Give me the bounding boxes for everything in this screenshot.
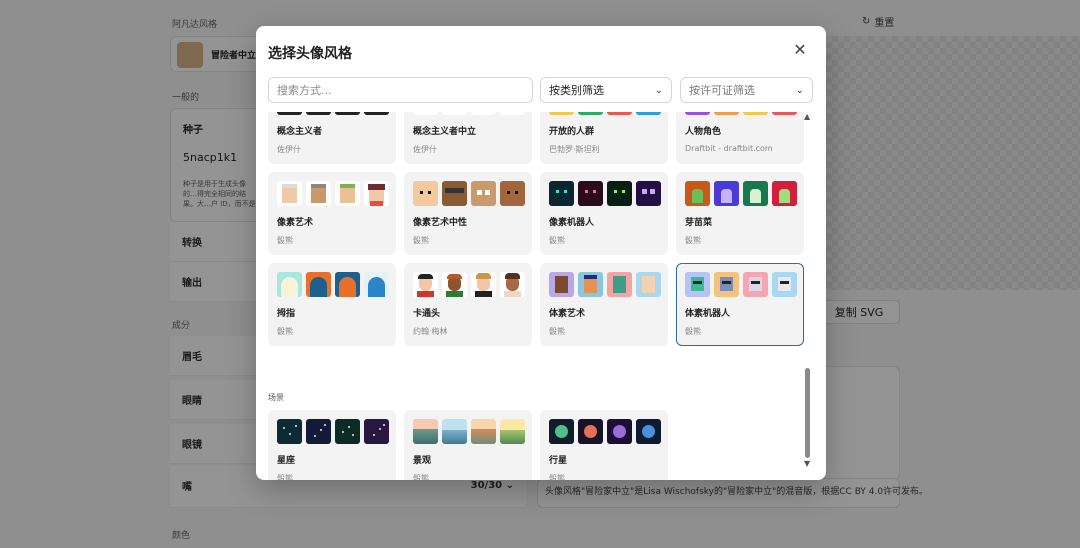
scroll-up-icon[interactable]: ▲: [804, 112, 810, 121]
style-name: 概念主义者: [277, 127, 323, 137]
scene-thumbnails: [549, 419, 661, 444]
style-thumbnails: [277, 272, 389, 297]
style-author: 佐伊什: [277, 145, 301, 154]
license-filter-label: 按许可证筛选: [689, 84, 755, 97]
style-card-pixel-art-neutral[interactable]: 像素艺术中性 骰熊: [404, 172, 532, 255]
style-thumbnails: [277, 112, 389, 115]
scroll-down-icon[interactable]: ▼: [804, 459, 810, 468]
style-card-thumbs[interactable]: 拇指 骰熊: [268, 263, 396, 346]
style-thumbnails: [685, 272, 797, 297]
style-author: 骰熊: [549, 236, 565, 245]
style-author: 骰熊: [685, 236, 701, 245]
style-thumbnails: [549, 272, 661, 297]
style-name: 芽苗菜: [685, 218, 713, 228]
style-card-voxel-bots[interactable]: 体素机器人 骰熊: [676, 263, 804, 346]
close-icon[interactable]: ✕: [792, 42, 808, 58]
style-name: 像素艺术: [277, 218, 314, 228]
scene-name: 景观: [413, 456, 432, 466]
style-card-personas[interactable]: 人物角色 Draftbit - draftbit.com: [676, 112, 804, 164]
style-name: 体素艺术: [549, 309, 586, 319]
scene-card-constellations[interactable]: 星座 骰熊: [268, 410, 396, 480]
style-thumbnails: [549, 181, 661, 206]
style-name: 概念主义者中立: [413, 127, 477, 137]
style-thumbnails: [413, 181, 525, 206]
style-name: 像素机器人: [549, 218, 595, 228]
license-filter-select[interactable]: 按许可证筛选 ⌄: [680, 77, 813, 103]
style-name: 拇指: [277, 309, 296, 319]
style-thumbnails: [413, 112, 525, 115]
search-input[interactable]: [268, 77, 533, 103]
style-author: Draftbit - draftbit.com: [685, 144, 773, 153]
style-name: 开放的人群: [549, 127, 595, 137]
style-name: 卡通头: [413, 309, 441, 319]
style-card-pixel-art[interactable]: 像素艺术 骰熊: [268, 172, 396, 255]
style-card-pixel-bots[interactable]: 像素机器人 骰熊: [540, 172, 668, 255]
scene-author: 骰熊: [413, 474, 429, 480]
style-thumbnails: [549, 112, 661, 115]
category-filter-label: 按类别筛选: [549, 84, 604, 97]
scrollbar-thumb[interactable]: [805, 368, 810, 458]
style-author: 骰熊: [277, 327, 293, 336]
style-author: 骰熊: [685, 327, 701, 336]
style-card-big-smile[interactable]: 卡通头 约翰·梅林: [404, 263, 532, 346]
scene-thumbnails: [277, 419, 389, 444]
style-author: 巴勃罗·斯坦利: [549, 145, 600, 154]
scene-name: 行星: [549, 456, 568, 466]
style-card-open-peeps[interactable]: 开放的人群 巴勃罗·斯坦利: [540, 112, 668, 164]
style-thumbnails: [685, 181, 797, 206]
style-thumbnails: [685, 112, 797, 115]
style-card-notionists-neutral[interactable]: 概念主义者中立 佐伊什: [404, 112, 532, 164]
scene-author: 骰熊: [549, 474, 565, 480]
grid-scrollbar[interactable]: ▲ ▼: [804, 112, 814, 468]
style-author: 骰熊: [277, 236, 293, 245]
style-card-sprouts[interactable]: 芽苗菜 骰熊: [676, 172, 804, 255]
chevron-down-icon: ⌄: [654, 84, 663, 96]
style-name: 体素机器人: [685, 309, 731, 319]
style-picker-modal: 选择头像风格 ✕ 按类别筛选 ⌄ 按许可证筛选 ⌄ 概念主义者 佐伊什 概念主义…: [256, 26, 826, 480]
style-name: 人物角色: [685, 127, 722, 137]
style-name: 像素艺术中性: [413, 218, 468, 228]
style-author: 骰熊: [413, 236, 429, 245]
scene-name: 星座: [277, 456, 296, 466]
style-author: 约翰·梅林: [413, 327, 448, 336]
scene-card-landscapes[interactable]: 景观 骰熊: [404, 410, 532, 480]
style-author: 佐伊什: [413, 145, 437, 154]
chevron-down-icon: ⌄: [795, 84, 804, 96]
modal-title: 选择头像风格: [268, 46, 352, 62]
scenes-section-label: 场景: [268, 393, 284, 402]
scene-author: 骰熊: [277, 474, 293, 480]
style-thumbnails: [277, 181, 389, 206]
style-card-notionists[interactable]: 概念主义者 佐伊什: [268, 112, 396, 164]
scene-thumbnails: [413, 419, 525, 444]
style-thumbnails: [413, 272, 525, 297]
style-author: 骰熊: [549, 327, 565, 336]
scene-card-planets[interactable]: 行星 骰熊: [540, 410, 668, 480]
style-card-voxel-art[interactable]: 体素艺术 骰熊: [540, 263, 668, 346]
style-grid: 概念主义者 佐伊什 概念主义者中立 佐伊什 开放的人群 巴勃罗·斯坦利 人物角色…: [256, 112, 804, 480]
category-filter-select[interactable]: 按类别筛选 ⌄: [540, 77, 672, 103]
